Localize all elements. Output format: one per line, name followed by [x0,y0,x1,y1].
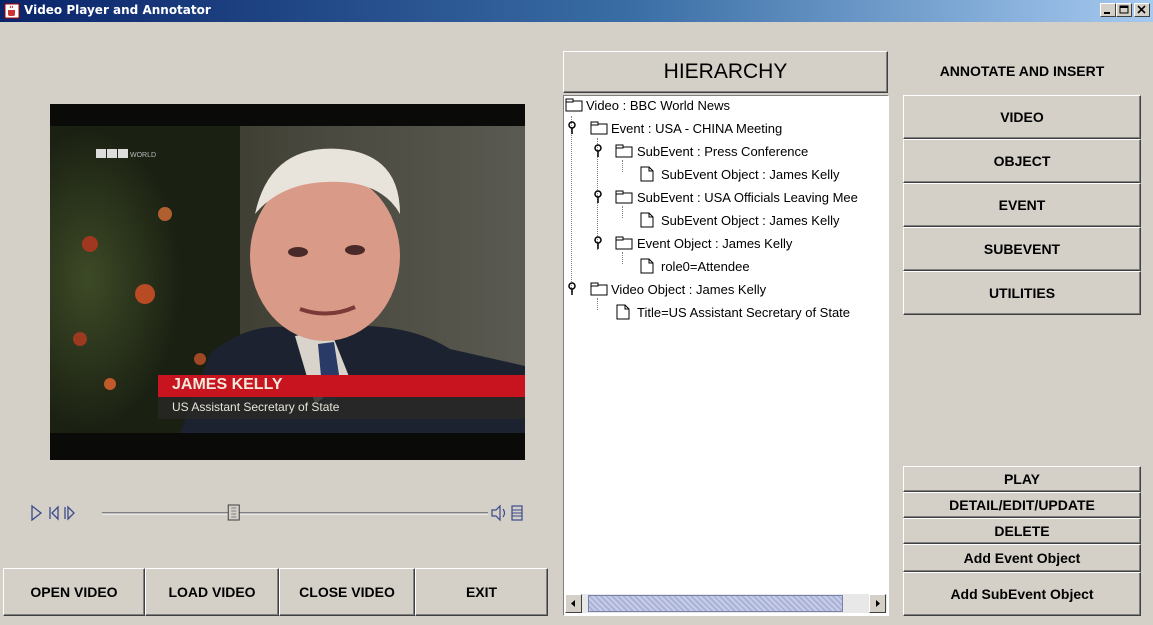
tree-connector [571,116,572,292]
add-event-object-button[interactable]: Add Event Object [903,544,1141,572]
folder-icon [615,144,633,158]
expand-handle-icon[interactable] [592,190,604,204]
video-button[interactable]: VIDEO [903,95,1141,139]
maximize-icon [1119,5,1129,14]
minimize-icon [1104,12,1110,14]
play-icon[interactable] [31,504,43,522]
tree-node-label: Event : USA - CHINA Meeting [611,121,783,136]
close-video-label: CLOSE VIDEO [299,584,395,600]
open-video-button[interactable]: OPEN VIDEO [3,568,145,616]
document-icon [640,258,654,274]
arrow-right-icon [876,600,880,607]
tree-connector [622,252,623,264]
exit-label: EXIT [465,584,498,600]
event-button[interactable]: EVENT [903,183,1141,227]
title-bar[interactable]: Video Player and Annotator [0,0,1153,22]
timeline-thumb[interactable] [227,504,240,521]
video-frame[interactable]: WORLD JAMES KELLY US Assistant Secretary… [50,104,525,460]
add-event-object-label: Add Event Object [963,550,1081,566]
open-video-label: OPEN VIDEO [30,584,118,600]
tree-node-label: SubEvent : Press Conference [637,144,809,159]
event-label: EVENT [998,197,1046,213]
folder-icon [590,282,608,296]
add-subevent-object-button[interactable]: Add SubEvent Object [903,572,1141,616]
detail-edit-update-label: DETAIL/EDIT/UPDATE [949,497,1095,513]
tree-connector [622,160,623,172]
bbc-logo: WORLD [130,152,156,159]
horizontal-scrollbar[interactable] [565,594,887,613]
timeline-track[interactable] [102,512,488,515]
tree-connector [597,298,598,310]
caption-role: US Assistant Secretary of State [172,400,340,414]
object-button[interactable]: OBJECT [903,139,1141,183]
annotate-header: ANNOTATE AND INSERT [939,63,1105,79]
subevent-button[interactable]: SUBEVENT [903,227,1141,271]
close-video-button[interactable]: CLOSE VIDEO [279,568,415,616]
exit-button[interactable]: EXIT [415,568,548,616]
expand-handle-icon[interactable] [566,282,578,296]
step-back-icon[interactable] [49,505,59,521]
volume-icon[interactable] [491,504,506,522]
folder-icon [615,236,633,250]
delete-button[interactable]: DELETE [903,518,1141,544]
play-label: PLAY [1003,471,1041,487]
tree-node-label: Video : BBC World News [586,98,731,113]
detail-edit-update-button[interactable]: DETAIL/EDIT/UPDATE [903,492,1141,518]
utilities-button[interactable]: UTILITIES [903,271,1141,315]
document-icon [616,304,630,320]
java-cup-icon [4,3,20,19]
scroll-left-button[interactable] [565,594,582,613]
tree-node-label: Title=US Assistant Secretary of State [637,305,851,320]
play-button[interactable]: PLAY [903,466,1141,492]
scroll-right-button[interactable] [869,594,886,613]
hierarchy-header[interactable]: HIERARCHY [563,51,888,93]
expand-handle-icon[interactable] [566,121,578,135]
close-window-button[interactable] [1134,3,1150,17]
tree-node-label: role0=Attendee [661,259,750,274]
document-icon [640,166,654,182]
close-icon [1137,5,1146,14]
playback-bar [31,504,523,522]
tree-connector [622,206,623,218]
document-icon [640,212,654,228]
folder-icon [565,98,583,112]
player-controls [28,503,533,523]
hierarchy-title: HIERARCHY [663,60,788,83]
utilities-label: UTILITIES [988,285,1056,301]
tree-rows: Video : BBC World News Event : USA - CHI… [564,96,888,596]
load-video-label: LOAD VIDEO [168,584,256,600]
caption-name: JAMES KELLY [172,376,283,393]
tree-node-label: Event Object : James Kelly [637,236,793,251]
maximize-button[interactable] [1116,3,1132,17]
folder-icon [590,121,608,135]
video-label: VIDEO [1000,109,1044,125]
window-title: Video Player and Annotator [24,3,211,17]
expand-handle-icon[interactable] [592,236,604,250]
scroll-thumb[interactable] [588,595,843,612]
minimize-button[interactable] [1100,3,1116,17]
subevent-label: SUBEVENT [983,241,1061,257]
tree-node-label: SubEvent : USA Officials Leaving Mee [637,190,858,205]
expand-handle-icon[interactable] [592,144,604,158]
hierarchy-tree[interactable]: Video : BBC World News Event : USA - CHI… [563,95,889,616]
tree-node-label: SubEvent Object : James Kelly [661,167,840,182]
tree-node-label: SubEvent Object : James Kelly [661,213,840,228]
film-strip-icon[interactable] [511,505,523,521]
tree-node-label: Video Object : James Kelly [611,282,767,297]
add-subevent-object-label: Add SubEvent Object [950,586,1094,602]
object-label: OBJECT [993,153,1051,169]
load-video-button[interactable]: LOAD VIDEO [145,568,279,616]
arrow-left-icon [571,600,575,607]
step-forward-icon[interactable] [64,505,75,521]
folder-icon [615,190,633,204]
delete-label: DELETE [994,523,1050,539]
